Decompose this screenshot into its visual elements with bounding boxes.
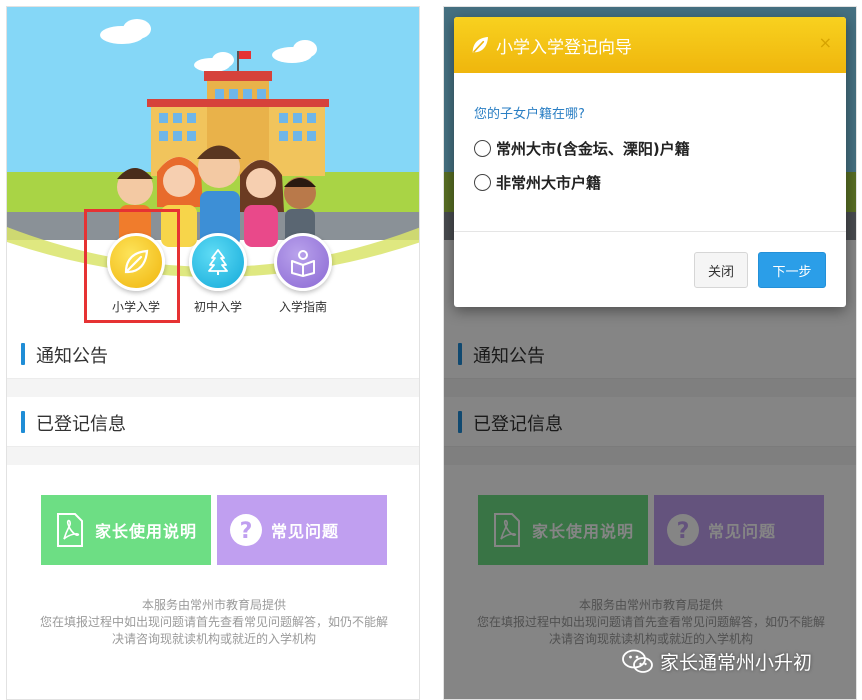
notice-title: 通知公告	[36, 346, 108, 367]
reading-icon	[274, 233, 332, 291]
notice-section[interactable]: 通知公告	[7, 329, 419, 379]
footer-line: 本服务由常州市教育局提供	[141, 598, 286, 612]
wechat-icon	[622, 649, 654, 675]
option-non-changzhou-residence[interactable]: 非常州大市户籍	[474, 172, 601, 193]
close-icon[interactable]: ×	[819, 33, 832, 52]
dialog-title: 小学入学登记向导	[496, 37, 632, 58]
pdf-icon	[53, 510, 87, 550]
leaf-icon	[470, 35, 490, 55]
tree-icon	[189, 233, 247, 291]
svg-text:?: ?	[240, 519, 253, 544]
dialog-divider	[454, 231, 846, 232]
home-screen: 小学入学 初中入学 入学指南 通知公告 已登记信息 家长使用说明 ? 常见问题 …	[6, 6, 420, 700]
footer-line: 决请咨询现就读机构或就近的入学机构	[111, 632, 316, 646]
parent-manual-label: 家长使用说明	[95, 522, 198, 541]
next-step-button[interactable]: 下一步	[758, 252, 826, 288]
faq-label: 常见问题	[271, 522, 340, 541]
watermark-text: 家长通常州小升初	[660, 652, 813, 674]
close-button[interactable]: 关闭	[694, 252, 748, 288]
option-label: 非常州大市户籍	[496, 174, 602, 192]
radio-button[interactable]	[474, 174, 491, 191]
dialog-header: 小学入学登记向导 ×	[454, 17, 846, 73]
question-icon: ?	[229, 510, 263, 550]
entry-middle-school[interactable]: 初中入学	[188, 233, 248, 315]
wechat-watermark: 家长通常州小升初	[622, 648, 812, 675]
highlight-annotation	[84, 209, 180, 323]
parent-manual-button[interactable]: 家长使用说明	[41, 495, 211, 565]
registered-title: 已登记信息	[36, 414, 126, 435]
home-screen-with-dialog: 通知公告 已登记信息 家长使用说明 ? 常见问题 本服务由常州市教育局提供 您在…	[443, 6, 857, 700]
residence-question: 您的子女户籍在哪?	[474, 107, 585, 122]
faq-button[interactable]: ? 常见问题	[217, 495, 387, 565]
option-label: 常州大市(含金坛、溧阳)户籍	[496, 140, 690, 158]
radio-button[interactable]	[474, 140, 491, 157]
entry-guide[interactable]: 入学指南	[273, 233, 333, 315]
enrollment-wizard-dialog: 小学入学登记向导 × 您的子女户籍在哪? 常州大市(含金坛、溧阳)户籍 非常州大…	[454, 17, 846, 307]
registered-section[interactable]: 已登记信息	[7, 397, 419, 447]
footer-line: 您在填报过程中如出现问题请首先查看常见问题解答，如仍不能解	[39, 615, 388, 629]
entry-label-guide: 入学指南	[278, 300, 327, 314]
footer-notice: 本服务由常州市教育局提供 您在填报过程中如出现问题请首先查看常见问题解答，如仍不…	[7, 597, 419, 648]
option-changzhou-residence[interactable]: 常州大市(含金坛、溧阳)户籍	[474, 138, 690, 159]
help-area: 家长使用说明 ? 常见问题	[7, 465, 419, 699]
section-accent-bar	[21, 343, 25, 365]
section-accent-bar	[21, 411, 25, 433]
entry-label-middle: 初中入学	[193, 300, 242, 314]
